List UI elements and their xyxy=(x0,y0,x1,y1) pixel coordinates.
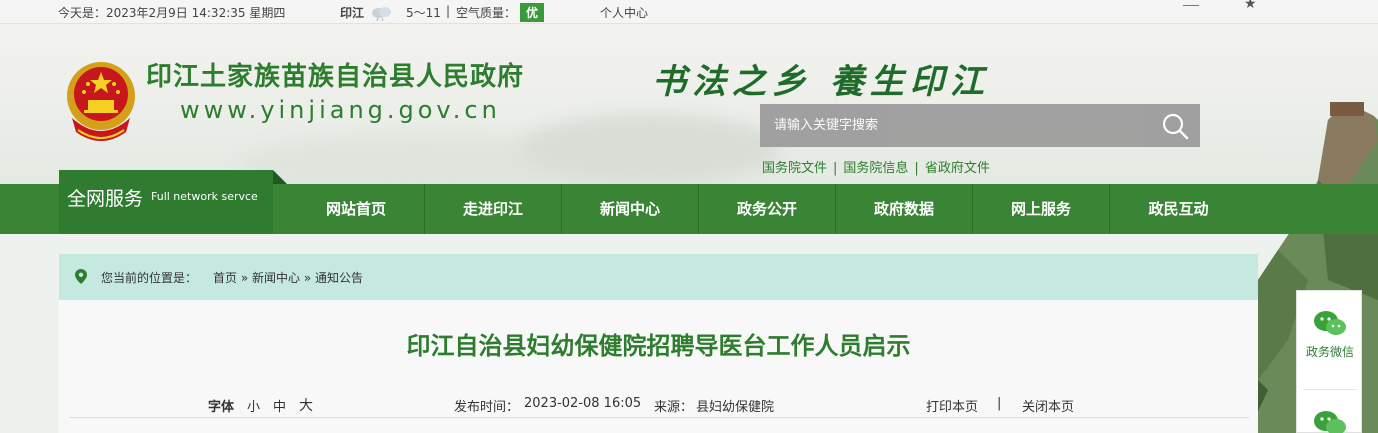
print-page-link[interactable]: 打印本页 xyxy=(926,396,978,415)
breadcrumb-separator: » xyxy=(303,271,312,285)
breadcrumb-label: 您当前的位置是： xyxy=(101,271,198,285)
font-size-medium[interactable]: 中 xyxy=(273,396,286,415)
location-pin-icon xyxy=(75,269,87,284)
font-size-small[interactable]: 小 xyxy=(247,396,260,415)
wechat-official-button[interactable]: 政务微信 xyxy=(1297,309,1363,360)
breadcrumb-item-home[interactable]: 首页 xyxy=(213,271,237,285)
nav-item-about[interactable]: 走进印江 xyxy=(425,184,562,234)
publish-time: 2023-02-08 16:05 xyxy=(524,396,642,411)
quick-link-state-council-docs[interactable]: 国务院文件 xyxy=(762,161,827,176)
top-info-bar: 今天是：2023年2月9日 14:32:35 星期四 印江 5～11 | 空气质… xyxy=(0,0,1378,24)
weather-divider: | xyxy=(446,4,451,18)
breadcrumb-item-news[interactable]: 新闻中心 xyxy=(252,271,300,285)
nav-item-online-service[interactable]: 网上服务 xyxy=(973,184,1110,234)
search-input[interactable] xyxy=(760,104,1150,147)
quick-link-state-council-info[interactable]: 国务院信息 xyxy=(843,161,908,176)
font-size-large[interactable]: 大 xyxy=(299,395,313,415)
link-divider: | xyxy=(833,161,838,176)
current-date: 今天是：2023年2月9日 14:32:35 星期四 xyxy=(58,6,286,20)
article-source: 县妇幼保健院 xyxy=(696,400,775,415)
cloud-weather-icon xyxy=(372,7,391,21)
slogan-calligraphy: 书法之乡 養生印江 xyxy=(652,62,990,102)
search-box xyxy=(760,104,1200,147)
mist-decoration xyxy=(520,114,780,184)
air-quality-badge: 优 xyxy=(520,3,545,22)
side-divider xyxy=(1303,389,1357,390)
side-float-panel: 政务微信 xyxy=(1296,290,1362,433)
article-title: 印江自治县妇幼保健院招聘导医台工作人员启示 xyxy=(406,332,911,360)
favorite-star-icon[interactable]: ★ xyxy=(1244,0,1257,12)
quick-link-provincial-docs[interactable]: 省政府文件 xyxy=(925,161,990,176)
temperature-range: 5～11 xyxy=(406,6,441,20)
minimize-icon[interactable] xyxy=(1183,0,1199,6)
source-label: 来源： xyxy=(654,400,694,415)
air-quality-label: 空气质量： xyxy=(456,6,517,20)
quick-links: 国务院文件 | 国务院信息 | 省政府文件 xyxy=(762,157,990,176)
wechat-icon xyxy=(1314,411,1346,433)
action-divider: | xyxy=(997,396,1002,411)
breadcrumb-separator: » xyxy=(240,271,249,285)
nav-item-news[interactable]: 新闻中心 xyxy=(562,184,699,234)
wechat-icon xyxy=(1314,311,1346,335)
site-header: 印江土家族苗族自治县人民政府 www.yinjiang.gov.cn 书法之乡 … xyxy=(0,24,1378,194)
article-meta: 字体 小 中 大 发布时间： 2023-02-08 16:05 来源： 县妇幼保… xyxy=(69,396,1249,418)
service-main-label: 全网服务 xyxy=(67,188,144,210)
nav-item-interaction[interactable]: 政民互动 xyxy=(1110,184,1247,234)
font-size-label: 字体 xyxy=(208,400,235,415)
breadcrumb-trail: 首页 » 新闻中心 » 通知公告 xyxy=(213,269,363,286)
full-network-service-button[interactable]: 全网服务 Full network servce xyxy=(59,170,287,234)
wechat-second-button[interactable] xyxy=(1297,409,1363,433)
personal-center-link[interactable]: 个人中心 xyxy=(600,4,648,21)
breadcrumb: 您当前的位置是： 首页 » 新闻中心 » 通知公告 xyxy=(59,254,1258,300)
link-divider: | xyxy=(914,161,919,176)
main-nav: 全网服务 Full network servce 网站首页 走进印江 新闻中心 … xyxy=(0,170,1378,234)
corner-fold xyxy=(273,170,287,184)
weather-location: 印江 xyxy=(340,6,365,20)
close-page-link[interactable]: 关闭本页 xyxy=(1022,396,1074,415)
service-sub-label: Full network servce xyxy=(151,190,258,203)
site-title: 印江土家族苗族自治县人民政府 xyxy=(146,62,525,92)
publish-time-label: 发布时间： xyxy=(454,400,520,415)
nav-item-gov-affairs[interactable]: 政务公开 xyxy=(699,184,836,234)
nav-item-home[interactable]: 网站首页 xyxy=(288,184,425,234)
nav-menu: 网站首页 走进印江 新闻中心 政务公开 政府数据 网上服务 政民互动 xyxy=(288,184,1247,234)
wechat-label: 政务微信 xyxy=(1305,345,1354,359)
national-emblem-icon xyxy=(67,62,135,141)
article-container: 您当前的位置是： 首页 » 新闻中心 » 通知公告 印江自治县妇幼保健院招聘导医… xyxy=(59,254,1258,433)
site-url: www.yinjiang.gov.cn xyxy=(180,96,501,124)
nav-item-gov-data[interactable]: 政府数据 xyxy=(836,184,973,234)
breadcrumb-item-notice[interactable]: 通知公告 xyxy=(315,271,363,285)
